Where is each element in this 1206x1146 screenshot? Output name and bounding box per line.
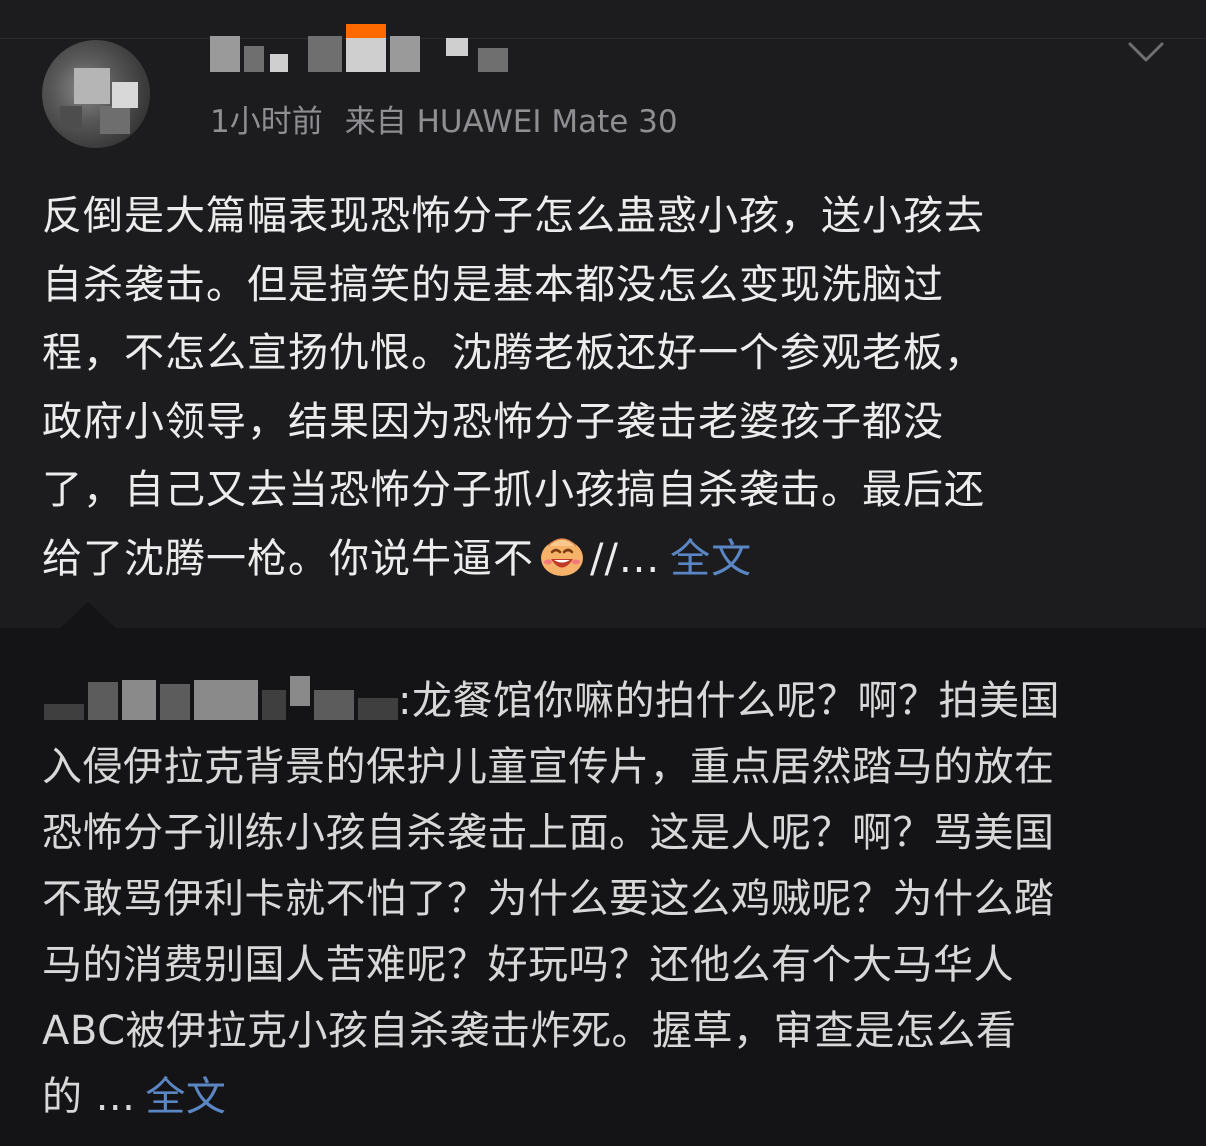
quote-body-line: ABC被伊拉克小孩自杀袭击炸死。握草，审查是怎么看 [42,1008,1017,1054]
quote-body-line: :龙餐馆你嘛的拍什么呢？啊？拍美国 [398,678,1060,724]
post-timestamp: 1小时前 [210,104,323,140]
avatar-mosaic [100,106,130,134]
quote-body-line: 恐怖分子训练小孩自杀袭击上面。这是人呢？啊？骂美国 [42,810,1055,856]
username-obscured[interactable] [210,24,530,80]
quote-pointer [60,602,116,628]
post-body-line: 自杀袭击。但是搞笑的是基本都没怎么变现洗脑过 [42,261,944,308]
quote-body-line: 马的消费别国人苦难呢？好玩吗？还他么有个大马华人 [42,942,1014,988]
post-source: 来自 HUAWEI Mate 30 [344,104,678,140]
avatar-mosaic [112,82,138,108]
avatar-mosaic [60,106,82,128]
quote-body-line: 不敢骂伊利卡就不怕了？为什么要这么鸡贼呢？为什么踏 [42,876,1055,922]
laughing-face-emoji [541,537,583,576]
post-meta: 1小时前 来自 HUAWEI Mate 30 [210,100,678,144]
post-body-line: 程，不怎么宣扬仇恨。沈腾老板还好一个参观老板， [42,330,985,376]
post-body-line: 政府小领导，结果因为恐怖分子袭击老婆孩子都没 [42,398,944,445]
weibo-post-card: 1小时前 来自 HUAWEI Mate 30 反倒是大篇幅表现恐怖分子怎么蛊惑小孩… [0,0,1206,628]
reposted-quote-card[interactable]: :龙餐馆你嘛的拍什么呢？啊？拍美国 入侵伊拉克背景的保护儿童宣传片，重点居然踏马… [0,602,1206,1146]
avatar-mosaic [74,68,110,104]
quote-read-more-link[interactable]: 全文 [145,1074,226,1120]
post-body-line: 反倒是大篇幅表现恐怖分子怎么蛊惑小孩，送小孩去 [42,193,985,239]
avatar[interactable] [42,40,150,148]
quote-body: :龙餐馆你嘛的拍什么呢？啊？拍美国 入侵伊拉克背景的保护儿童宣传片，重点居然踏马… [42,668,1172,1130]
quote-body-text: 的 ... [42,1074,136,1120]
post-body-line: 了，自己又去当恐怖分子抓小孩搞自杀袭击。最后还 [42,467,985,513]
post-body-text: 给了沈腾一枪。你说牛逼不 [42,535,534,582]
quote-body-last-line: 的 ... 全文 [42,1064,1172,1130]
post-body: 反倒是大篇幅表现恐怖分子怎么蛊惑小孩，送小孩去 自杀袭击。但是搞笑的是基本都没怎… [42,182,1162,593]
divider [0,38,1206,39]
post-read-more-link[interactable]: 全文 [670,536,752,582]
post-body-text: //... [590,535,661,582]
quote-body-line: 入侵伊拉克背景的保护儿童宣传片，重点居然踏马的放在 [42,744,1055,790]
chevron-down-icon[interactable] [1128,40,1164,64]
post-body-last-line: 给了沈腾一枪。你说牛逼不 //... 全文 [42,525,1162,594]
